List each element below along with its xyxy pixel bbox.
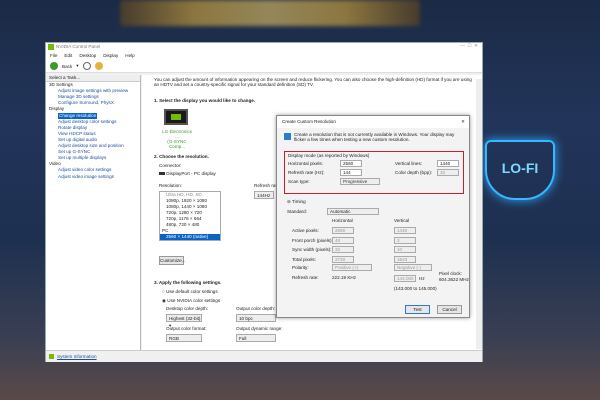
vertical-rate-input[interactable]: 144.000: [394, 275, 416, 282]
title-bar: NVIDIA Control Panel — ☐ ✕: [46, 43, 482, 52]
close-icon[interactable]: ✕: [461, 119, 465, 125]
timing-vertical-input[interactable]: 3: [394, 236, 416, 244]
refresh-rate-input[interactable]: 144: [340, 169, 362, 176]
resolution-list[interactable]: Ultra HD, HD, SD 1080p, 1920 × 1080 1080…: [159, 191, 221, 241]
radio-default[interactable]: ○ Use default color settings: [162, 289, 218, 294]
list-item-selected[interactable]: 2560 × 1440 (native): [160, 234, 220, 240]
displayport-icon: [159, 172, 165, 175]
menu-desktop[interactable]: Desktop: [79, 53, 96, 58]
scan-type-dropdown[interactable]: Progressive: [340, 178, 380, 185]
forward-icon[interactable]: [82, 62, 91, 70]
display-label[interactable]: LG Electronics ... (G-SYNC Comp...: [160, 129, 194, 149]
desktop-depth-dropdown[interactable]: Highest (32-bit) ▾: [166, 314, 202, 328]
system-information-link[interactable]: System Information: [57, 354, 97, 359]
desktop-depth-label: Desktop color depth:: [166, 306, 209, 311]
refresh-rate-dropdown[interactable]: 144Hz: [254, 191, 274, 199]
radio-nvidia[interactable]: ◉ Use NVIDIA color settings: [162, 298, 220, 304]
output-range-label: Output dynamic range:: [236, 326, 283, 331]
menu-file[interactable]: File: [50, 53, 57, 58]
output-depth-dropdown[interactable]: 10 bpc: [236, 314, 276, 322]
neon-sign: [120, 0, 420, 26]
dialog-info: Create a resolution that is not currentl…: [294, 132, 455, 142]
menu-help[interactable]: Help: [125, 53, 134, 58]
cancel-button[interactable]: Cancel: [437, 305, 462, 314]
task-sidebar: Select a Task... 3D Settings Adjust imag…: [46, 75, 141, 350]
horizontal-pixels-input[interactable]: 2560: [340, 160, 362, 167]
timing-vertical-input[interactable]: 1440: [394, 227, 416, 234]
monitor-icon[interactable]: [164, 109, 188, 125]
sidebar-item[interactable]: Adjust video image settings: [46, 174, 140, 180]
color-depth-dropdown[interactable]: 32: [437, 169, 459, 176]
footer: System Information: [46, 350, 482, 362]
info-monitor-icon: [284, 133, 291, 140]
polarity-horizontal[interactable]: Positive (+): [332, 264, 372, 271]
pixel-clock-value: 604.3622 MHz: [439, 277, 469, 282]
back-button[interactable]: Back: [62, 64, 72, 69]
intro-text: You can adjust the amount of information…: [154, 77, 472, 87]
home-icon[interactable]: [94, 62, 103, 70]
vertical-lines-input[interactable]: 1440: [437, 160, 459, 167]
connector-label: Connector:: [159, 163, 182, 168]
resolution-label: Resolution:: [159, 183, 182, 188]
lofi-neon-cup: LO-FI: [485, 140, 555, 200]
standard-label: Standard:: [287, 209, 307, 214]
output-depth-label: Output color depth:: [236, 306, 276, 311]
dialog-title: Create Custom Resolution: [282, 119, 336, 124]
output-format-label: Output color format:: [166, 326, 207, 331]
timing-horizontal-input[interactable]: 32: [332, 246, 354, 253]
back-arrow-icon[interactable]: [50, 62, 58, 70]
pixel-clock-label: Pixel clock:: [439, 271, 462, 276]
timing-row-label: Front porch (pixels):: [292, 237, 333, 243]
timing-horizontal-input[interactable]: 48: [332, 236, 354, 244]
horizontal-rate: 222.19 KHz: [332, 275, 357, 280]
step3-heading: 3. Apply the following settings.: [154, 280, 222, 285]
step1-heading: 1. Select the display you would like to …: [154, 98, 256, 103]
refresh-range: (143.000 to 145.000): [394, 286, 437, 291]
refresh-rate-label: Refresh rate:: [292, 275, 319, 280]
nvidia-logo-icon: [48, 44, 54, 50]
customize-button[interactable]: Customize...: [159, 256, 186, 265]
polarity-label: Polarity:: [292, 265, 309, 270]
sidebar-item-change-resolution[interactable]: Change resolution: [58, 112, 98, 119]
menu-edit[interactable]: Edit: [64, 53, 72, 58]
menu-bar: File Edit Desktop Display Help: [46, 52, 482, 60]
menu-display[interactable]: Display: [103, 53, 118, 58]
window-title: NVIDIA Control Panel: [56, 44, 101, 49]
standard-dropdown[interactable]: Automatic: [327, 208, 379, 215]
output-format-dropdown[interactable]: RGB: [166, 334, 202, 342]
timing-vertical-input[interactable]: 10: [394, 246, 416, 253]
test-button[interactable]: Test: [405, 305, 430, 314]
timing-row-label: Sync width (pixels):: [292, 247, 332, 252]
horizontal-header: Horizontal: [332, 218, 353, 223]
output-range-dropdown[interactable]: Full: [236, 334, 276, 342]
toolbar: Back ▾: [46, 60, 482, 73]
timing-horizontal-input[interactable]: 2720: [332, 255, 354, 263]
window-controls[interactable]: — ☐ ✕: [460, 43, 478, 49]
timing-vertical-input[interactable]: 1543: [394, 255, 416, 263]
polarity-vertical[interactable]: Negative (-): [394, 264, 432, 271]
display-mode-group: Display mode (as reported by Windows) Ho…: [284, 151, 464, 194]
timing-toggle[interactable]: ⊖ Timing: [287, 199, 306, 205]
sidebar-header: Select a Task...: [46, 75, 140, 83]
timing-row-label: Active pixels:: [292, 228, 319, 233]
connector-value: DisplayPort - PC display: [159, 171, 216, 176]
vertical-header: Vertical: [394, 218, 410, 223]
step2-heading: 2. Choose the resolution.: [154, 154, 209, 159]
dialog-title-bar: Create Custom Resolution ✕: [277, 116, 469, 128]
system-info-icon: [49, 354, 54, 359]
timing-row-label: Total pixels:: [292, 256, 316, 262]
scrollbar[interactable]: [476, 79, 482, 349]
timing-horizontal-input[interactable]: 2560: [332, 227, 354, 234]
create-custom-resolution-dialog: Create Custom Resolution ✕ Create a resol…: [276, 115, 470, 318]
